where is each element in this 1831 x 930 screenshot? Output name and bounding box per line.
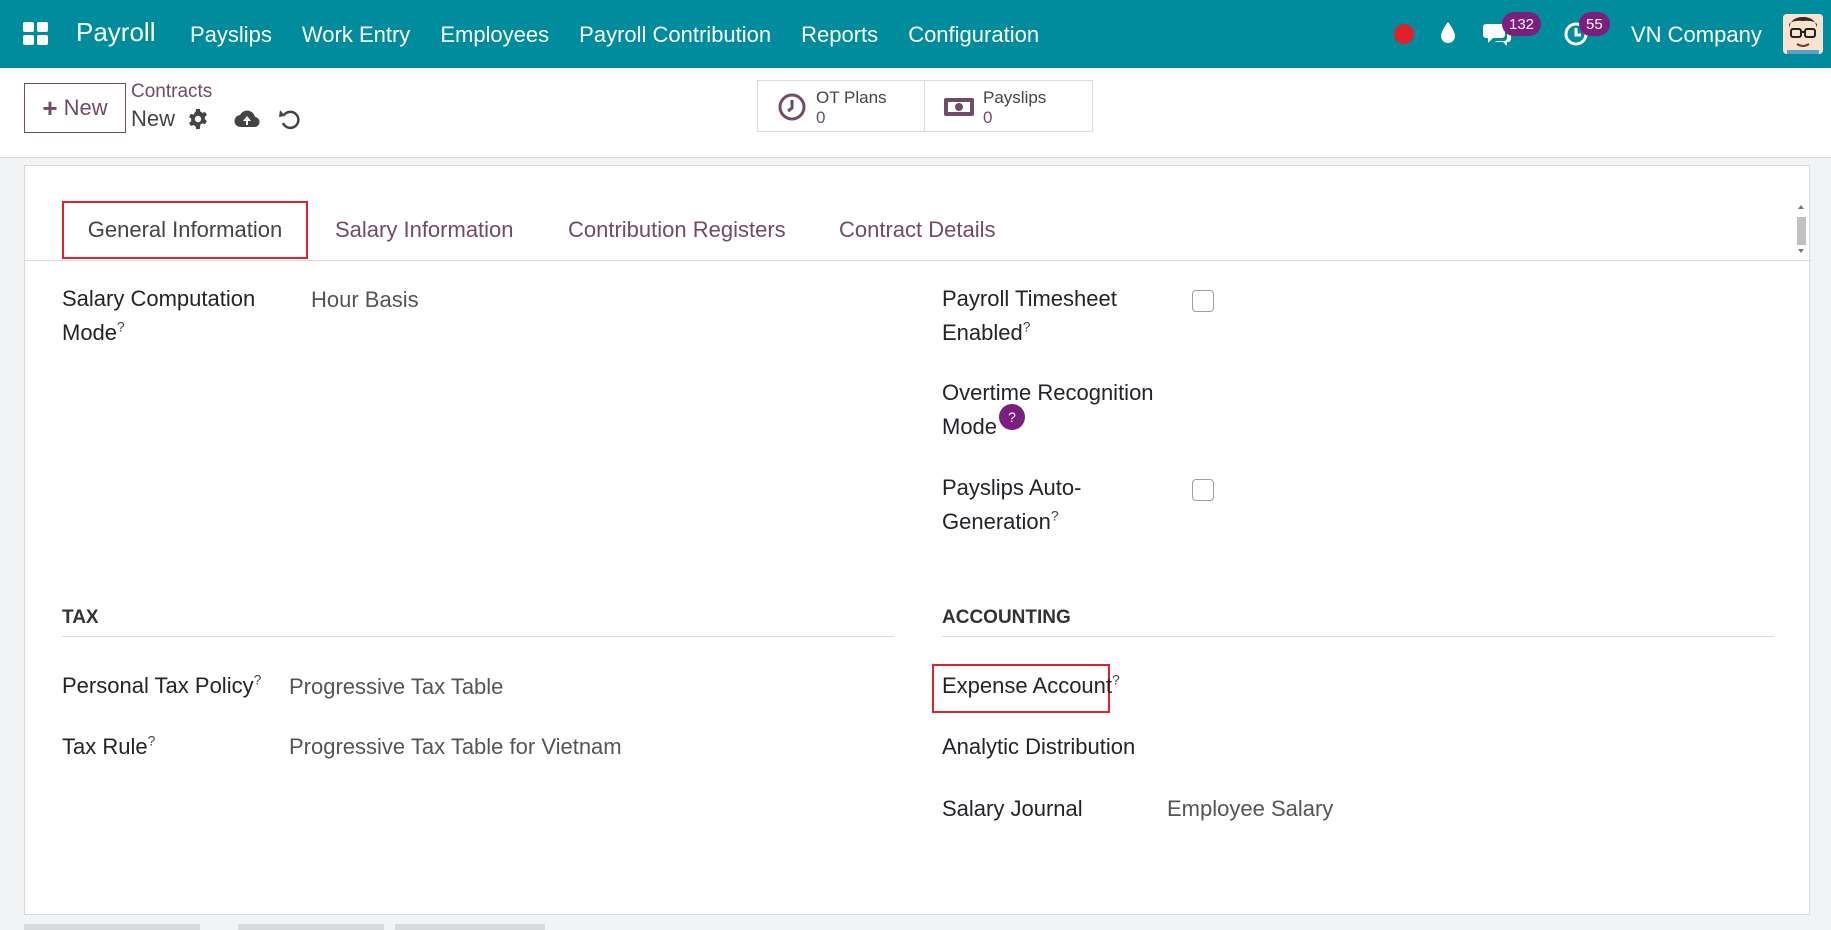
menu-payslips[interactable]: Payslips bbox=[190, 22, 272, 48]
footer-tab-stub bbox=[24, 924, 200, 930]
personal-tax-policy-text: Personal Tax Policy bbox=[62, 673, 254, 698]
tax-rule-value[interactable]: Progressive Tax Table for Vietnam bbox=[289, 730, 622, 764]
overtime-help-icon[interactable]: ? bbox=[999, 404, 1026, 430]
breadcrumb-contracts[interactable]: Contracts bbox=[131, 81, 212, 103]
autogen-help[interactable]: ? bbox=[1051, 508, 1059, 524]
expense-account-label: Expense Account? bbox=[942, 669, 1120, 703]
expense-account-help[interactable]: ? bbox=[1112, 672, 1120, 688]
payroll-timesheet-enabled-label: Payroll Timesheet Enabled? bbox=[942, 282, 1117, 350]
record-dot-icon[interactable] bbox=[1394, 24, 1414, 44]
activity-count-badge: 55 bbox=[1579, 12, 1610, 36]
timesheet-label-line2: Enabled bbox=[942, 320, 1023, 345]
salary-mode-label-line2: Mode bbox=[62, 320, 118, 345]
user-avatar[interactable] bbox=[1783, 14, 1823, 54]
chat-count-badge: 132 bbox=[1502, 12, 1542, 36]
ot-plans-stat-button[interactable]: OT Plans 0 bbox=[757, 80, 925, 132]
record-title: New bbox=[131, 106, 176, 131]
tax-section-title: TAX bbox=[62, 607, 99, 628]
tab-contract-details[interactable]: Contract Details bbox=[839, 201, 996, 259]
top-navbar: Payroll Payslips Work Entry Employees Pa… bbox=[0, 0, 1831, 68]
salary-mode-label-line1: Salary Computation bbox=[62, 286, 256, 311]
timesheet-help[interactable]: ? bbox=[1023, 319, 1031, 335]
vertical-scrollbar[interactable] bbox=[1795, 202, 1807, 256]
control-panel: + New Contracts New OT Plans 0 Payslips … bbox=[0, 68, 1831, 158]
main-menu: Payslips Work Entry Employees Payroll Co… bbox=[190, 22, 1069, 48]
droplet-icon[interactable] bbox=[1439, 21, 1457, 45]
salary-computation-mode-value[interactable]: Hour Basis bbox=[311, 283, 419, 317]
tab-salary-information[interactable]: Salary Information bbox=[335, 201, 514, 259]
menu-configuration[interactable]: Configuration bbox=[908, 22, 1039, 48]
payslips-auto-generation-checkbox[interactable] bbox=[1192, 479, 1214, 501]
accounting-section-divider bbox=[942, 636, 1774, 637]
overtime-recognition-mode-label: Overtime Recognition Mode? bbox=[942, 376, 1154, 444]
company-switcher[interactable]: VN Company bbox=[1631, 22, 1762, 48]
plus-icon: + bbox=[42, 93, 58, 123]
payroll-timesheet-checkbox[interactable] bbox=[1192, 290, 1214, 312]
tax-rule-text: Tax Rule bbox=[62, 734, 148, 759]
tab-contribution-registers[interactable]: Contribution Registers bbox=[568, 201, 786, 259]
new-button-label: New bbox=[63, 95, 108, 120]
money-icon bbox=[944, 98, 974, 116]
gear-icon[interactable] bbox=[187, 108, 209, 130]
analytic-distribution-label: Analytic Distribution bbox=[942, 734, 1136, 759]
footer-tab-stub bbox=[238, 924, 384, 930]
accounting-section-title: ACCOUNTING bbox=[942, 607, 1071, 628]
discard-undo-icon[interactable] bbox=[279, 107, 301, 131]
apps-menu-icon[interactable] bbox=[23, 22, 48, 45]
new-button[interactable]: + New bbox=[24, 83, 126, 133]
footer-tab-stub bbox=[395, 924, 545, 930]
tax-section-divider bbox=[62, 636, 894, 637]
autogen-label-line1: Payslips Auto- bbox=[942, 475, 1082, 500]
menu-work-entry[interactable]: Work Entry bbox=[302, 22, 410, 48]
personal-tax-policy-label: Personal Tax Policy? bbox=[62, 669, 261, 703]
overtime-label-line1: Overtime Recognition bbox=[942, 380, 1154, 405]
personal-tax-policy-help[interactable]: ? bbox=[254, 672, 262, 688]
salary-mode-help[interactable]: ? bbox=[117, 319, 125, 335]
tax-rule-label: Tax Rule? bbox=[62, 730, 155, 764]
app-brand[interactable]: Payroll bbox=[76, 17, 155, 48]
payslips-stat-button[interactable]: Payslips 0 bbox=[924, 80, 1093, 132]
scroll-thumb[interactable] bbox=[1797, 217, 1806, 245]
clock-icon bbox=[778, 93, 806, 121]
payslips-auto-generation-label: Payslips Auto- Generation? bbox=[942, 471, 1081, 539]
salary-journal-value[interactable]: Employee Salary bbox=[1167, 792, 1333, 826]
avatar-face-icon bbox=[1783, 14, 1823, 54]
tab-general-information[interactable]: General Information bbox=[62, 201, 308, 259]
expense-account-text: Expense Account bbox=[942, 673, 1113, 698]
payslips-count: 0 bbox=[983, 108, 993, 127]
menu-payroll-contribution[interactable]: Payroll Contribution bbox=[579, 22, 771, 48]
menu-employees[interactable]: Employees bbox=[440, 22, 549, 48]
timesheet-label-line1: Payroll Timesheet bbox=[942, 286, 1117, 311]
save-cloud-icon[interactable] bbox=[234, 108, 260, 130]
payslips-label: Payslips bbox=[983, 88, 1047, 107]
ot-plans-label: OT Plans bbox=[816, 88, 887, 107]
ot-plans-count: 0 bbox=[816, 108, 826, 127]
autogen-label-line2: Generation bbox=[942, 509, 1051, 534]
salary-journal-label: Salary Journal bbox=[942, 796, 1083, 821]
notebook-tabs: General Information Salary Information C… bbox=[25, 201, 1811, 261]
overtime-label-line2: Mode bbox=[942, 414, 998, 439]
salary-computation-mode-label: Salary Computation Mode? bbox=[62, 282, 255, 350]
tax-rule-help[interactable]: ? bbox=[148, 733, 156, 749]
personal-tax-policy-value[interactable]: Progressive Tax Table bbox=[289, 670, 503, 704]
menu-reports[interactable]: Reports bbox=[801, 22, 878, 48]
form-sheet: General Information Salary Information C… bbox=[24, 165, 1811, 915]
